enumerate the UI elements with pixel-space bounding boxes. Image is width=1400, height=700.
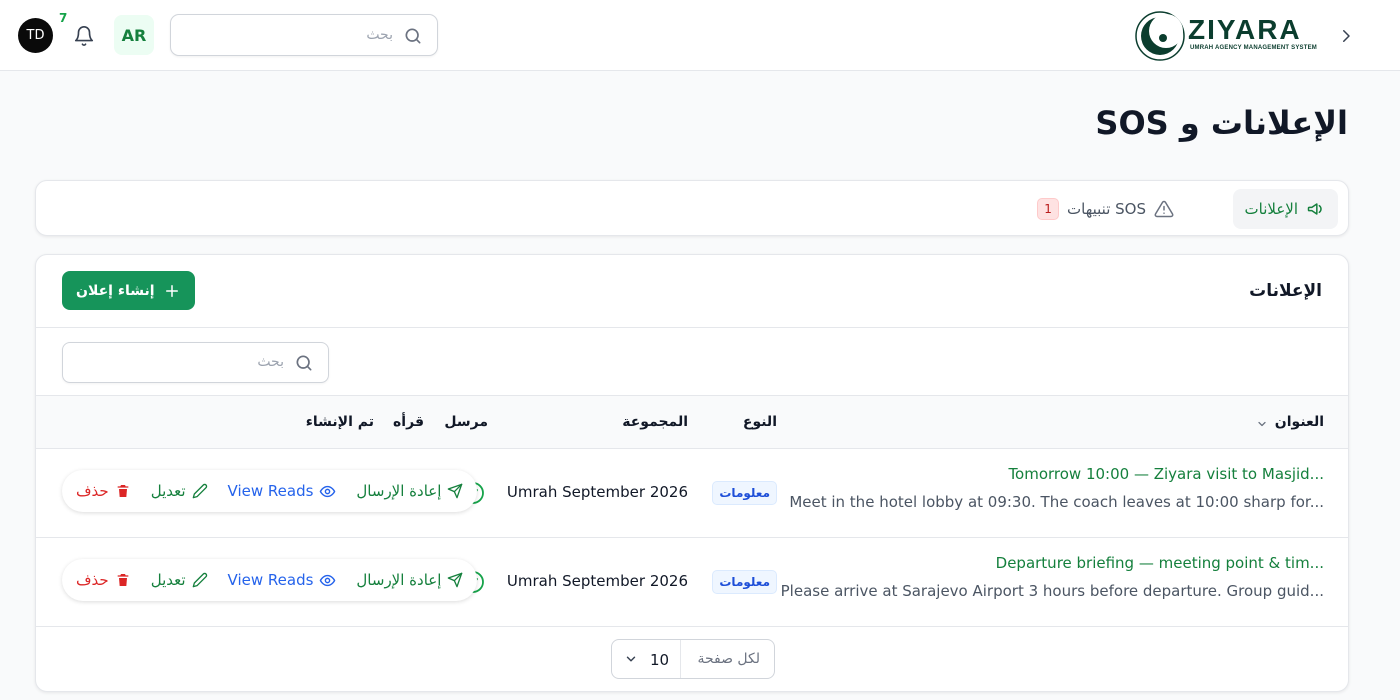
page-title: الإعلانات و SOS: [1095, 104, 1348, 142]
search-placeholder: بحث: [366, 27, 393, 43]
delete-button[interactable]: حذف: [76, 571, 131, 589]
per-page-label: لكل صفحة: [697, 651, 760, 667]
tab-announcements-label: الإعلانات: [1244, 200, 1299, 218]
table-header: العنوان النوع المجموعة مرسل قرأه تم الإن…: [36, 395, 1348, 449]
sidebar-toggle-button[interactable]: [1334, 24, 1358, 48]
delete-button[interactable]: حذف: [76, 482, 131, 500]
view-reads-button[interactable]: View Reads: [228, 482, 337, 500]
group-name: Umrah September 2026: [506, 483, 688, 501]
tab-announcements[interactable]: الإعلانات: [1232, 189, 1338, 229]
column-sent-header: مرسل: [444, 414, 488, 430]
edit-label: تعديل: [150, 482, 186, 500]
announcement-preview: Meet in the hotel lobby at 09:30. The co…: [789, 493, 1324, 511]
edit-button[interactable]: تعديل: [151, 482, 208, 500]
resend-button[interactable]: إعادة الإرسال: [356, 482, 463, 500]
language-switch-button[interactable]: AR: [114, 15, 154, 55]
chevron-down-icon[interactable]: [1256, 418, 1268, 430]
send-icon: [448, 483, 463, 499]
warning-icon: [1154, 200, 1174, 218]
view-reads-button[interactable]: View Reads: [228, 571, 337, 589]
announcements-card: الإعلانات إنشاء إعلان بحث العنوان النوع …: [35, 254, 1349, 692]
table-row: Departure briefing — meeting point & tim…: [36, 538, 1348, 627]
create-announcement-label: إنشاء إعلان: [76, 282, 155, 299]
row-actions: حذف تعديل View Reads إعادة الإرسال: [62, 559, 478, 601]
type-badge: معلومات: [712, 570, 777, 594]
pencil-icon: [192, 483, 207, 499]
tab-sos-label: تنبيهات SOS: [1067, 200, 1146, 218]
tabs-bar: الإعلانات تنبيهات SOS 1: [35, 180, 1349, 236]
per-page-value: 10: [650, 651, 670, 669]
divider: [36, 327, 1348, 328]
notifications-count: 7: [59, 11, 68, 25]
user-avatar[interactable]: TD: [18, 18, 53, 53]
ziyara-logo: ZIYARA UMRAH AGENCY MANAGEMENT SYSTEM: [1134, 10, 1318, 62]
tab-sos-alerts[interactable]: تنبيهات SOS 1: [1029, 189, 1182, 229]
view-reads-label: View Reads: [227, 482, 314, 500]
sos-count-badge: 1: [1037, 198, 1060, 220]
megaphone-icon: [1307, 203, 1322, 215]
crescent-logo-icon: [1135, 11, 1185, 61]
row-actions: حذف تعديل View Reads إعادة الإرسال: [62, 470, 478, 512]
edit-button[interactable]: تعديل: [151, 571, 208, 589]
global-search-input[interactable]: بحث: [170, 14, 438, 56]
search-icon: [405, 28, 421, 44]
resend-label: إعادة الإرسال: [356, 482, 442, 500]
edit-label: تعديل: [150, 571, 186, 589]
column-title-header[interactable]: العنوان: [1275, 414, 1324, 430]
bell-icon: [74, 26, 94, 46]
view-reads-label: View Reads: [227, 571, 314, 589]
section-title: الإعلانات: [1249, 281, 1322, 301]
logo-subtitle: UMRAH AGENCY MANAGEMENT SYSTEM: [1190, 45, 1318, 51]
delete-label: حذف: [76, 571, 109, 589]
column-type-header: النوع: [742, 414, 777, 430]
notifications-button[interactable]: [70, 22, 98, 50]
column-created-header: تم الإنشاء: [305, 414, 374, 430]
trash-icon: [117, 485, 129, 497]
search-icon: [296, 355, 312, 371]
pencil-icon: [192, 572, 207, 588]
top-bar: TD 7 AR بحث ZIYARA UMRAH AGENCY MANAGEME…: [0, 0, 1400, 71]
delete-label: حذف: [76, 482, 109, 500]
column-group-header: المجموعة: [622, 414, 688, 430]
announcement-title-link[interactable]: Departure briefing — meeting point & tim…: [996, 554, 1324, 572]
chevron-right-icon: [1343, 30, 1350, 42]
send-icon: [448, 572, 463, 588]
table-row: Tomorrow 10:00 — Ziyara visit to Masjid.…: [36, 449, 1348, 538]
divider: [680, 640, 681, 678]
announcement-title-link[interactable]: Tomorrow 10:00 — Ziyara visit to Masjid.…: [1008, 465, 1324, 483]
announcement-preview: Please arrive at Sarajevo Airport 3 hour…: [780, 582, 1324, 600]
eye-icon: [320, 485, 336, 497]
search-placeholder: بحث: [257, 354, 284, 370]
type-badge: معلومات: [712, 481, 777, 505]
column-title-label: العنوان: [1274, 414, 1324, 430]
create-announcement-button[interactable]: إنشاء إعلان: [62, 271, 195, 310]
chevron-down-icon: [626, 656, 636, 662]
eye-icon: [320, 574, 336, 586]
announcements-search-input[interactable]: بحث: [62, 342, 329, 383]
logo-wordmark: ZIYARA: [1188, 14, 1302, 45]
plus-icon: [165, 284, 178, 297]
per-page-select[interactable]: لكل صفحة 10: [611, 639, 775, 679]
column-reads-header: قرأه: [393, 414, 424, 430]
trash-icon: [117, 574, 129, 586]
resend-button[interactable]: إعادة الإرسال: [356, 571, 463, 589]
group-name: Umrah September 2026: [506, 572, 688, 590]
resend-label: إعادة الإرسال: [356, 571, 442, 589]
